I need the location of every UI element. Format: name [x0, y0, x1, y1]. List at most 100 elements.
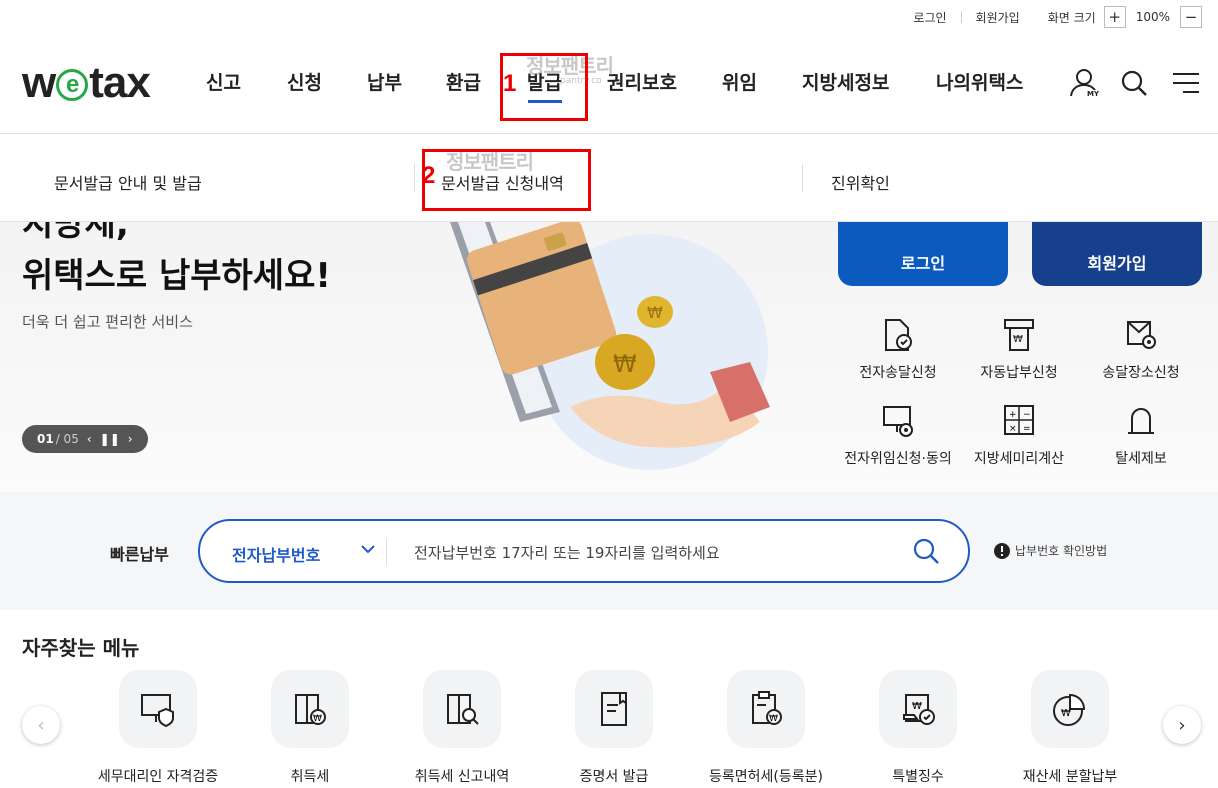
svg-text:₩: ₩ — [613, 350, 637, 378]
siren-icon — [1128, 408, 1154, 434]
svg-text:₩: ₩ — [647, 303, 663, 322]
banner-title-line2: 위택스로 납부하세요! — [22, 256, 331, 296]
monitor-icon — [883, 406, 913, 437]
svg-text:₩: ₩ — [1013, 334, 1023, 345]
logo-tax: tax — [89, 58, 151, 107]
chevron-right-icon: › — [1178, 714, 1186, 736]
favorite-label: 증명서 발급 — [579, 769, 649, 785]
quick-pay-box: 전자납부번호 전자납부번호 17자리 또는 19자리를 입력하세요 — [198, 519, 970, 583]
favorite-item[interactable]: ₩ 취득세 — [234, 670, 386, 786]
quick-label: 송달장소신청 — [1102, 365, 1180, 381]
envelope-pin-icon — [1127, 321, 1156, 349]
favorite-label: 세무대리인 자격검증 — [97, 769, 219, 785]
favorites-next-button[interactable]: › — [1163, 706, 1201, 744]
search-icon[interactable] — [912, 537, 940, 569]
banner-login-button[interactable]: 로그인 — [838, 222, 1008, 286]
certificate-icon — [601, 692, 627, 726]
my-icon[interactable]: MY — [1068, 66, 1102, 104]
nav-rights[interactable]: 권리보호 — [607, 68, 677, 95]
favorite-item[interactable]: ₩ 특별징수 — [842, 670, 994, 786]
nav-my-wetax[interactable]: 나의위택스 — [936, 68, 1023, 95]
slide-controls: 01 / 05 ‹ ❚❚ › — [22, 425, 148, 453]
prev-slide-icon[interactable]: ‹ — [87, 432, 92, 446]
favorite-item[interactable]: 증명서 발급 — [538, 670, 690, 786]
quick-label: 전자송달신청 — [859, 365, 937, 381]
quick-tax-evasion-report[interactable]: 탈세제보 — [1081, 404, 1201, 468]
auto-pay-icon: ₩ — [1004, 319, 1034, 351]
zoom-in-button[interactable]: + — [1103, 6, 1126, 28]
help-label: 납부번호 확인방법 — [1015, 544, 1108, 558]
svg-text:=: = — [1023, 424, 1031, 434]
nav-localtax-info[interactable]: 지방세정보 — [802, 68, 889, 95]
nav-pay[interactable]: 납부 — [367, 68, 402, 95]
annotation-badge-2: 2 — [422, 162, 436, 189]
clipboard-tax-icon: ₩ — [752, 691, 782, 725]
favorite-label: 재산세 분할납부 — [1022, 769, 1118, 785]
favorites-prev-button[interactable]: ‹ — [22, 706, 60, 744]
nav-delegate[interactable]: 위임 — [722, 68, 757, 95]
wetax-logo[interactable]: w e tax — [22, 58, 151, 108]
favorite-item[interactable]: ₩ 등록면허세(등록분) — [690, 670, 842, 786]
pay-type-select[interactable]: 전자납부번호 — [232, 542, 320, 566]
favorites-title: 자주찾는 메뉴 — [22, 636, 140, 660]
document-check-icon: ₩ — [903, 694, 935, 725]
search-icon[interactable] — [1120, 69, 1148, 101]
quick-e-delivery[interactable]: 전자송달신청 — [838, 318, 958, 382]
logo-w: w — [22, 58, 56, 107]
svg-text:₩: ₩ — [912, 701, 922, 712]
chevron-down-icon[interactable] — [360, 541, 376, 561]
quick-label: 전자위임신청·동의 — [844, 451, 952, 467]
quick-label: 자동납부신청 — [980, 365, 1058, 381]
font-size-label: 화면 크기 — [1047, 10, 1096, 25]
quick-pay-label: 빠른납부 — [110, 545, 169, 564]
quick-label: 탈세제보 — [1115, 451, 1167, 467]
svg-text:×: × — [1009, 424, 1017, 434]
building-tax-icon: ₩ — [295, 694, 326, 725]
building-search-icon — [447, 694, 479, 725]
annotation-badge-1: 1 — [503, 70, 517, 97]
monitor-shield-icon — [141, 694, 174, 728]
nav-refund[interactable]: 환급 — [446, 68, 481, 95]
quick-delivery-address[interactable]: 송달장소신청 — [1081, 318, 1201, 382]
svg-text:₩: ₩ — [1061, 708, 1071, 719]
banner-join-button[interactable]: 회원가입 — [1032, 222, 1202, 286]
favorite-label: 취득세 — [290, 769, 330, 785]
my-label: MY — [1086, 90, 1101, 98]
nav-apply[interactable]: 신청 — [287, 68, 322, 95]
favorite-item[interactable]: 취득세 신고내역 — [386, 670, 538, 786]
pay-number-help-link[interactable]: 납부번호 확인방법 — [994, 542, 1107, 559]
chevron-left-icon: ‹ — [37, 714, 45, 736]
pie-chart-icon: ₩ — [1053, 693, 1086, 726]
quick-tax-calculator[interactable]: + − × = 지방세미리계산 — [959, 404, 1079, 468]
divider — [802, 164, 803, 192]
quick-label: 지방세미리계산 — [973, 451, 1065, 467]
next-slide-icon[interactable]: › — [128, 432, 133, 446]
login-link[interactable]: 로그인 — [899, 9, 960, 26]
quick-auto-pay[interactable]: ₩ 자동납부신청 — [959, 318, 1079, 382]
divider — [386, 539, 387, 565]
calculator-icon: + −× = — [1004, 405, 1034, 435]
banner-illustration: ₩ ₩ — [450, 222, 770, 470]
document-check-icon — [885, 319, 912, 351]
svg-text:₩: ₩ — [313, 714, 322, 724]
favorite-label: 등록면허세(등록분) — [709, 769, 823, 785]
submenu-issue-guide[interactable]: 문서발급 안내 및 발급 — [54, 170, 202, 194]
svg-text:−: − — [1023, 410, 1031, 420]
info-icon — [994, 542, 1010, 559]
favorite-label: 특별징수 — [892, 769, 944, 785]
menu-icon[interactable] — [1173, 72, 1199, 98]
svg-text:+: + — [1009, 410, 1017, 420]
nav-report[interactable]: 신고 — [206, 68, 241, 95]
join-link[interactable]: 회원가입 — [962, 9, 1034, 26]
zoom-out-button[interactable]: − — [1180, 6, 1202, 28]
favorite-item[interactable]: ₩ 재산세 분할납부 — [994, 670, 1146, 786]
utility-bar: 로그인 회원가입 화면 크기 + 100% − — [899, 0, 1218, 34]
favorite-item[interactable]: 세무대리인 자격검증 — [82, 670, 234, 786]
pay-number-input[interactable]: 전자납부번호 17자리 또는 19자리를 입력하세요 — [414, 542, 720, 563]
submenu-verify[interactable]: 진위확인 — [831, 170, 890, 194]
favorite-label: 취득세 신고내역 — [414, 769, 510, 785]
quick-e-delegation[interactable]: 전자위임신청·동의 — [838, 404, 958, 468]
pause-icon[interactable]: ❚❚ — [100, 432, 120, 446]
annotation-box-2 — [422, 149, 591, 211]
svg-text:₩: ₩ — [769, 714, 778, 724]
